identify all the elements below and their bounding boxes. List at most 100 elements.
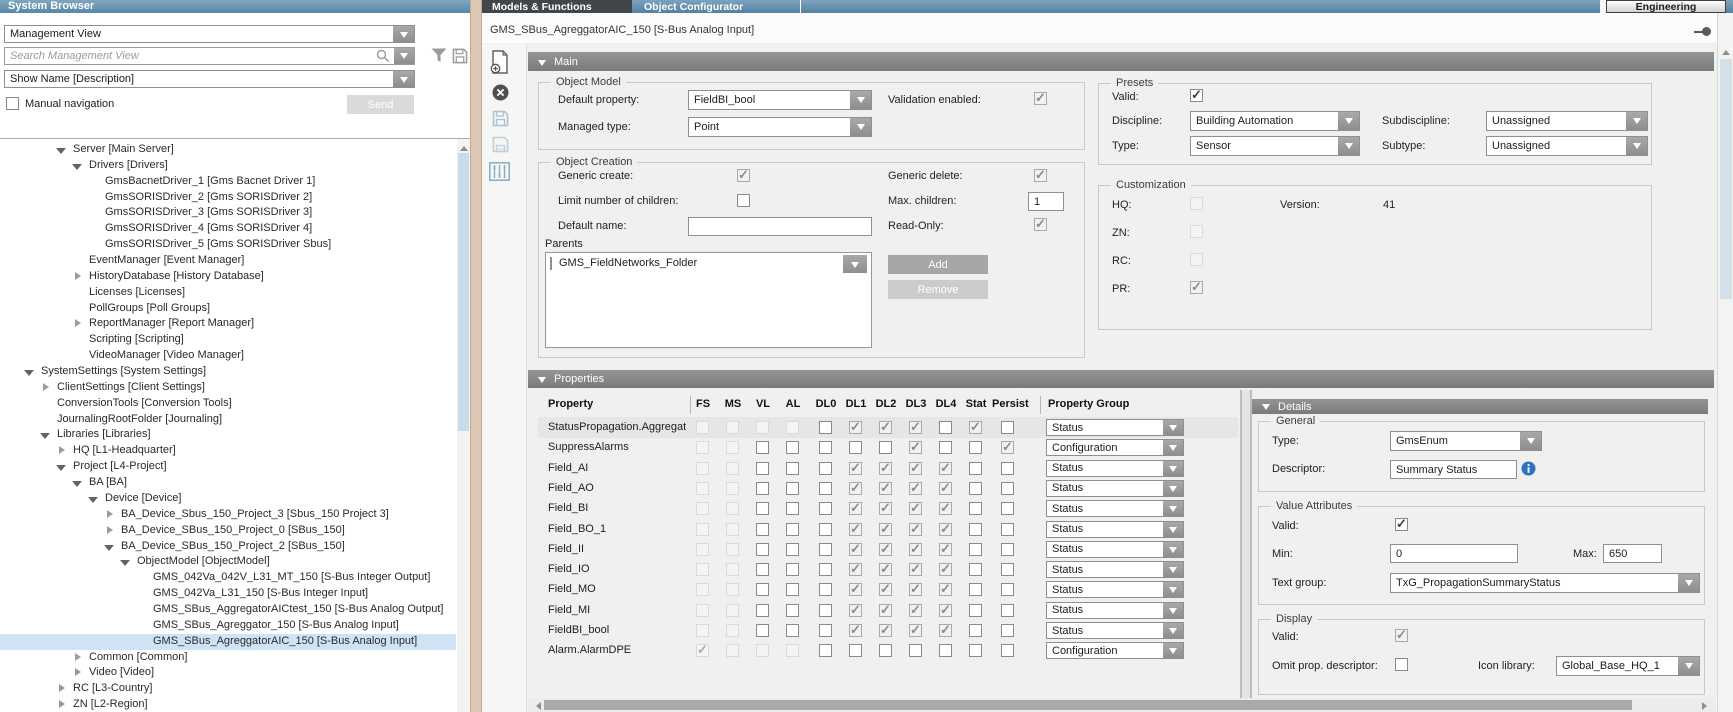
column-settings-icon[interactable] (489, 162, 510, 181)
tree-item[interactable]: ObjectModel [ObjectModel] (0, 554, 456, 570)
cancel-icon[interactable] (492, 84, 509, 101)
discipline-dropdown[interactable]: Building Automation (1190, 111, 1360, 131)
chevron-expanded-icon[interactable] (72, 161, 83, 172)
chevron-expanded-icon[interactable] (88, 494, 99, 505)
horizontal-scrollbar[interactable] (528, 698, 1714, 712)
chevron-collapsed-icon[interactable] (72, 653, 83, 664)
generic-delete-checkbox[interactable] (1034, 169, 1047, 182)
tree-item[interactable]: GMS_042Va_042V_L31_MT_150 [S-Bus Integer… (0, 570, 456, 586)
tree-item[interactable]: GmsBacnetDriver_1 [Gms Bacnet Driver 1] (0, 174, 456, 190)
tree-item[interactable]: Scripting [Scripting] (0, 332, 456, 348)
details-type-dropdown[interactable]: GmsEnum (1390, 431, 1542, 451)
icon-library-dropdown[interactable]: Global_Base_HQ_1 (1556, 656, 1700, 676)
section-header-properties[interactable]: Properties (528, 370, 1714, 388)
tree-item[interactable]: BA [BA] (0, 475, 456, 491)
tree-item[interactable]: Project [L4-Project] (0, 459, 456, 475)
tree-item[interactable]: BA_Device_SBus_150_Project_0 [SBus_150] (0, 523, 456, 539)
collapse-icon[interactable] (538, 377, 546, 387)
default-name-field[interactable] (688, 217, 872, 236)
chevron-collapsed-icon[interactable] (40, 383, 51, 394)
read-only-checkbox[interactable] (1034, 218, 1047, 231)
tree-item[interactable]: HQ [L1-Headquarter] (0, 443, 456, 459)
remove-parent-button[interactable]: Remove (888, 280, 988, 299)
engineering-tab[interactable]: Engineering (1606, 0, 1726, 13)
chevron-expanded-icon[interactable] (24, 367, 35, 378)
tree-item[interactable]: RC [L3-Country] (0, 681, 456, 697)
chevron-collapsed-icon[interactable] (56, 684, 67, 695)
presets-valid-checkbox[interactable] (1190, 89, 1203, 102)
scroll-up-icon[interactable] (1719, 44, 1733, 57)
horizontal-scrollbar-thumb[interactable] (544, 700, 1632, 710)
details-splitter[interactable] (1240, 390, 1252, 698)
descriptor-field[interactable]: Summary Status (1390, 460, 1517, 479)
tree-item[interactable]: Video [Video] (0, 665, 456, 681)
vertical-scrollbar-thumb[interactable] (1720, 59, 1732, 299)
generic-create-checkbox[interactable] (737, 169, 750, 182)
chevron-expanded-icon[interactable] (120, 557, 131, 568)
tree-item[interactable]: JournalingRootFolder [Journaling] (0, 412, 456, 428)
scroll-left-icon[interactable] (530, 699, 542, 711)
tree-item[interactable]: Device [Device] (0, 491, 456, 507)
pin-icon[interactable] (1702, 27, 1711, 36)
tree-item[interactable]: BA_Device_SBus_150_Project_2 [SBus_150] (0, 539, 456, 555)
omit-descriptor-checkbox[interactable] (1395, 658, 1408, 671)
tree-item[interactable]: Server [Main Server] (0, 142, 456, 158)
parent-list-item[interactable]: GMS_FieldNetworks_Folder (559, 257, 697, 269)
tree-item[interactable]: GmsSORISDriver_5 [Gms SORISDriver Sbus] (0, 237, 456, 253)
chevron-expanded-icon[interactable] (56, 145, 67, 156)
va-valid-checkbox[interactable] (1395, 518, 1408, 531)
scroll-right-icon[interactable] (1700, 699, 1712, 711)
preset-type-dropdown[interactable]: Sensor (1190, 136, 1360, 156)
section-header-main[interactable]: Main (528, 52, 1714, 71)
chevron-collapsed-icon[interactable] (72, 272, 83, 283)
tree-item[interactable]: Common [Common] (0, 650, 456, 666)
vertical-scrollbar[interactable] (1717, 13, 1733, 712)
tree-item[interactable]: GMS_SBus_Agreggator_150 [S-Bus Analog In… (0, 618, 456, 634)
tab-models-functions[interactable]: Models & Functions (482, 0, 632, 13)
chevron-expanded-icon[interactable] (72, 478, 83, 489)
subdiscipline-dropdown[interactable]: Unassigned (1486, 111, 1648, 131)
display-valid-checkbox[interactable] (1395, 629, 1408, 642)
tree-item[interactable]: BA_Device_Sbus_150_Project_3 [Sbus_150 P… (0, 507, 456, 523)
tree-item[interactable]: ClientSettings [Client Settings] (0, 380, 456, 396)
tree-item[interactable]: EventManager [Event Manager] (0, 253, 456, 269)
chevron-collapsed-icon[interactable] (56, 700, 67, 711)
info-icon[interactable] (1521, 461, 1536, 476)
tree-item[interactable]: Drivers [Drivers] (0, 158, 456, 174)
default-property-dropdown[interactable]: FieldBI_bool (688, 90, 872, 110)
new-object-icon[interactable] (490, 50, 510, 74)
tree-item[interactable]: SystemSettings [System Settings] (0, 364, 456, 380)
chevron-collapsed-icon[interactable] (104, 526, 115, 537)
tree-item[interactable]: GmsSORISDriver_4 [Gms SORISDriver 4] (0, 221, 456, 237)
chevron-down-icon[interactable] (843, 255, 867, 273)
text-group-dropdown[interactable]: TxG_PropagationSummaryStatus (1390, 573, 1700, 593)
limit-children-checkbox[interactable] (737, 194, 750, 207)
chevron-collapsed-icon[interactable] (72, 319, 83, 330)
tree-scrollbar[interactable] (457, 139, 470, 712)
parents-listbox[interactable]: GMS_FieldNetworks_Folder (545, 252, 872, 348)
chevron-collapsed-icon[interactable] (72, 668, 83, 679)
tree-item[interactable]: Licenses [Licenses] (0, 285, 456, 301)
chevron-expanded-icon[interactable] (40, 430, 51, 441)
tree-scrollbar-thumb[interactable] (458, 153, 469, 431)
tree-item[interactable]: PollGroups [Poll Groups] (0, 301, 456, 317)
save-as-icon[interactable] (492, 136, 509, 153)
validation-enabled-checkbox[interactable] (1034, 92, 1047, 105)
scroll-up-icon[interactable] (457, 140, 470, 152)
chevron-collapsed-icon[interactable] (104, 510, 115, 521)
tree-item[interactable]: ZN [L2-Region] (0, 697, 456, 712)
section-header-details[interactable]: Details (1252, 399, 1708, 414)
chevron-expanded-icon[interactable] (104, 542, 115, 553)
tree-item[interactable]: HistoryDatabase [History Database] (0, 269, 456, 285)
collapse-icon[interactable] (1262, 404, 1270, 414)
subtype-dropdown[interactable]: Unassigned (1486, 136, 1648, 156)
chevron-collapsed-icon[interactable] (56, 446, 67, 457)
add-parent-button[interactable]: Add (888, 255, 988, 274)
min-field[interactable]: 0 (1390, 544, 1518, 563)
collapse-icon[interactable] (538, 60, 546, 70)
tree-item[interactable]: GMS_SBus_AgreggatorAIC_150 [S-Bus Analog… (0, 634, 456, 650)
tree-item[interactable]: ConversionTools [Conversion Tools] (0, 396, 456, 412)
panel-splitter[interactable] (470, 0, 482, 712)
tab-object-configurator[interactable]: Object Configurator (632, 0, 798, 13)
save-icon[interactable] (492, 110, 509, 127)
